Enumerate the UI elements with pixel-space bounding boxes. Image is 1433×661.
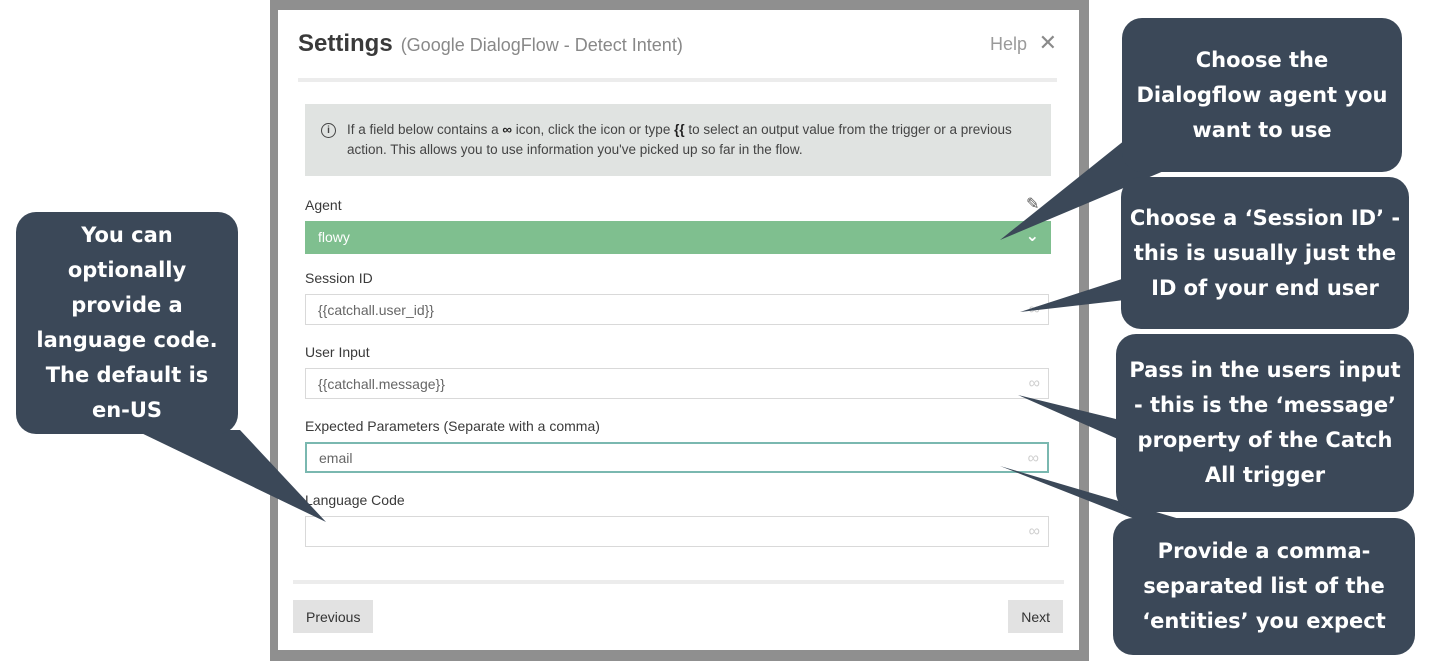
session-callout-tail: [1020, 278, 1125, 312]
input-callout: Pass in the users input - this is the ‘m…: [1116, 334, 1414, 512]
language-callout: You can optionally provide a language co…: [16, 212, 238, 434]
agent-callout: Choose the Dialogflow agent you want to …: [1122, 18, 1402, 172]
input-callout-tail: [1018, 395, 1120, 440]
params-callout: Provide a comma-separated list of the ‘e…: [1113, 518, 1415, 655]
language-callout-tail: [135, 430, 326, 522]
session-callout: Choose a ‘Session ID’ - this is usually …: [1121, 177, 1409, 329]
